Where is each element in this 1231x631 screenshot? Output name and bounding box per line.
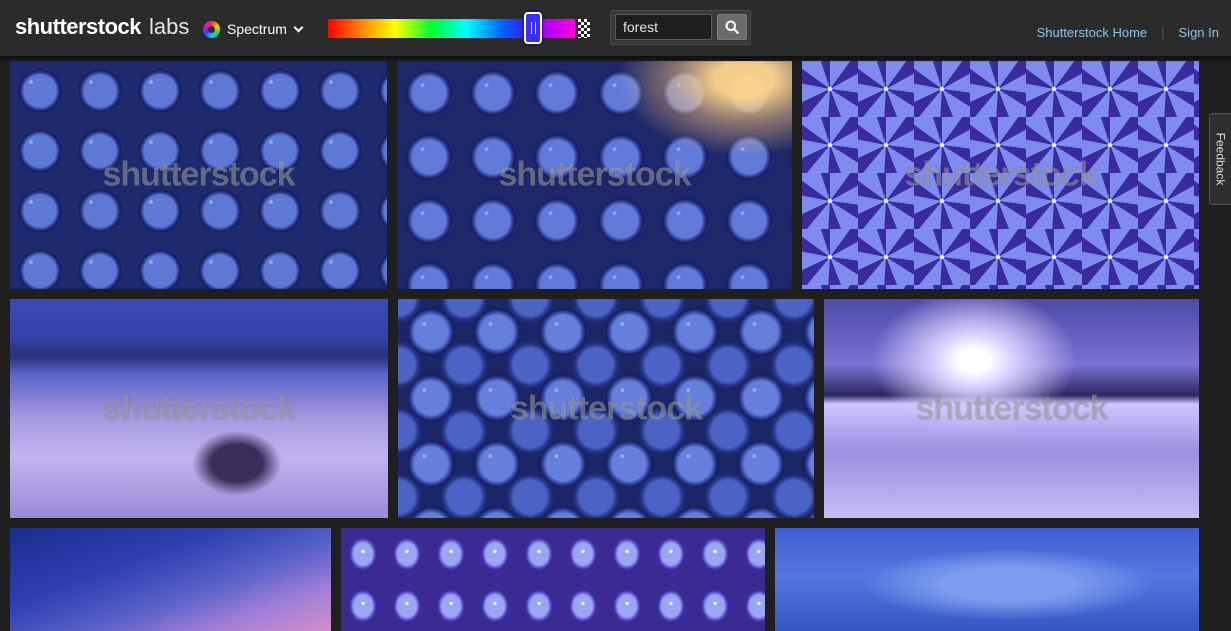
- search-box: [610, 10, 751, 45]
- watermark: shutterstock: [102, 155, 295, 194]
- app-window: shutterstock shutterstock shutterstock s…: [0, 0, 1231, 631]
- result-image[interactable]: shutterstock: [824, 299, 1199, 518]
- result-image[interactable]: [341, 528, 765, 631]
- shutterstock-labs-logo[interactable]: shutterstock labs: [15, 14, 189, 42]
- mode-label: Spectrum: [227, 21, 287, 37]
- spectrum-slider-handle[interactable]: [524, 12, 542, 44]
- sign-in-link[interactable]: Sign In: [1179, 25, 1219, 40]
- watermark: shutterstock: [498, 155, 691, 194]
- search-button[interactable]: [717, 14, 747, 40]
- result-image[interactable]: [10, 528, 331, 631]
- result-image[interactable]: [775, 528, 1199, 631]
- watermark: shutterstock: [102, 389, 296, 427]
- result-image[interactable]: shutterstock: [398, 299, 814, 518]
- search-input[interactable]: [615, 14, 712, 40]
- shutterstock-home-link[interactable]: Shutterstock Home: [1037, 25, 1148, 40]
- transparent-swatch[interactable]: [578, 19, 590, 38]
- chevron-down-icon: [293, 22, 304, 32]
- watermark: shutterstock: [509, 389, 703, 427]
- nav-separator: |: [1161, 24, 1165, 40]
- top-bar: shutterstock labs Spectrum Shutterstock …: [0, 0, 1231, 57]
- feedback-tab[interactable]: Feedback: [1209, 113, 1231, 205]
- watermark: shutterstock: [915, 389, 1108, 427]
- search-icon: [725, 20, 739, 34]
- mode-dropdown[interactable]: Spectrum: [203, 18, 304, 40]
- result-image[interactable]: shutterstock: [397, 61, 792, 289]
- logo-brand: shutterstock: [15, 14, 142, 39]
- watermark: shutterstock: [904, 155, 1097, 194]
- result-image[interactable]: shutterstock: [10, 299, 388, 518]
- result-image[interactable]: shutterstock: [802, 61, 1199, 289]
- logo-labs: labs: [149, 14, 190, 39]
- color-spectrum-slider[interactable]: [328, 12, 590, 44]
- header-nav: Shutterstock Home | Sign In: [1037, 23, 1219, 41]
- feedback-label: Feedback: [1213, 132, 1228, 186]
- image-grid: shutterstock shutterstock shutterstock s…: [0, 0, 1231, 631]
- result-image[interactable]: shutterstock: [10, 61, 387, 289]
- spectrum-color-wheel-icon: [203, 20, 220, 38]
